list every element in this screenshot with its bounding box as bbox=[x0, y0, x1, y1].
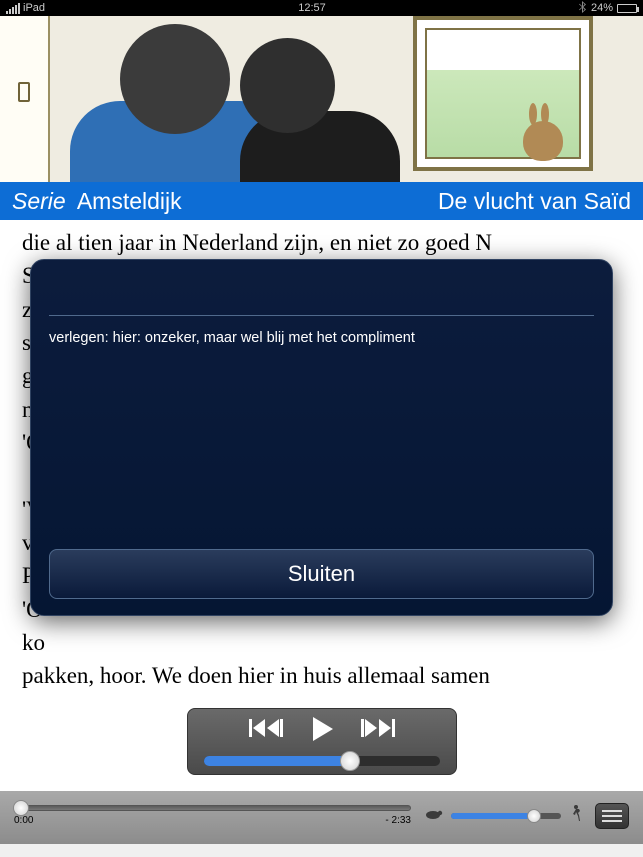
turtle-icon bbox=[425, 807, 443, 825]
definition-text: verlegen: hier: onzeker, maar wel blij m… bbox=[49, 328, 594, 349]
signal-icon bbox=[6, 3, 20, 14]
prev-track-button[interactable] bbox=[249, 717, 283, 746]
speed-control bbox=[425, 805, 581, 826]
play-button[interactable] bbox=[311, 717, 333, 746]
inline-player bbox=[0, 696, 643, 791]
walker-icon bbox=[569, 805, 581, 826]
definition-popup: verlegen: hier: onzeker, maar wel blij m… bbox=[30, 259, 613, 616]
popup-title-area bbox=[49, 276, 594, 316]
bottom-toolbar: 0:00 - 2:33 bbox=[0, 791, 643, 844]
series-prefix: Serie bbox=[12, 188, 66, 214]
close-button-label: Sluiten bbox=[288, 558, 355, 590]
bluetooth-icon bbox=[579, 1, 587, 16]
book-illustration bbox=[0, 16, 643, 182]
series-name: Amsteldijk bbox=[77, 188, 182, 214]
next-track-button[interactable] bbox=[361, 717, 395, 746]
close-button[interactable]: Sluiten bbox=[49, 549, 594, 599]
time-remaining: - 2:33 bbox=[385, 815, 411, 826]
battery-pct: 24% bbox=[591, 2, 613, 14]
speed-slider[interactable] bbox=[451, 813, 561, 819]
title-bar: Serie Amsteldijk De vlucht van Saïd bbox=[0, 182, 643, 220]
inline-progress-slider[interactable] bbox=[204, 756, 440, 766]
time-elapsed: 0:00 bbox=[14, 815, 33, 826]
reader-pane[interactable]: die al tien jaar in Nederland zijn, en n… bbox=[0, 220, 643, 696]
ios-status-bar: iPad 12:57 24% bbox=[0, 0, 643, 16]
playback-progress-slider[interactable] bbox=[14, 805, 411, 811]
menu-button[interactable] bbox=[595, 803, 629, 829]
book-title: De vlucht van Saïd bbox=[438, 188, 631, 215]
carrier-label: iPad bbox=[23, 2, 45, 14]
clock: 12:57 bbox=[298, 2, 326, 14]
battery-icon bbox=[617, 4, 637, 13]
